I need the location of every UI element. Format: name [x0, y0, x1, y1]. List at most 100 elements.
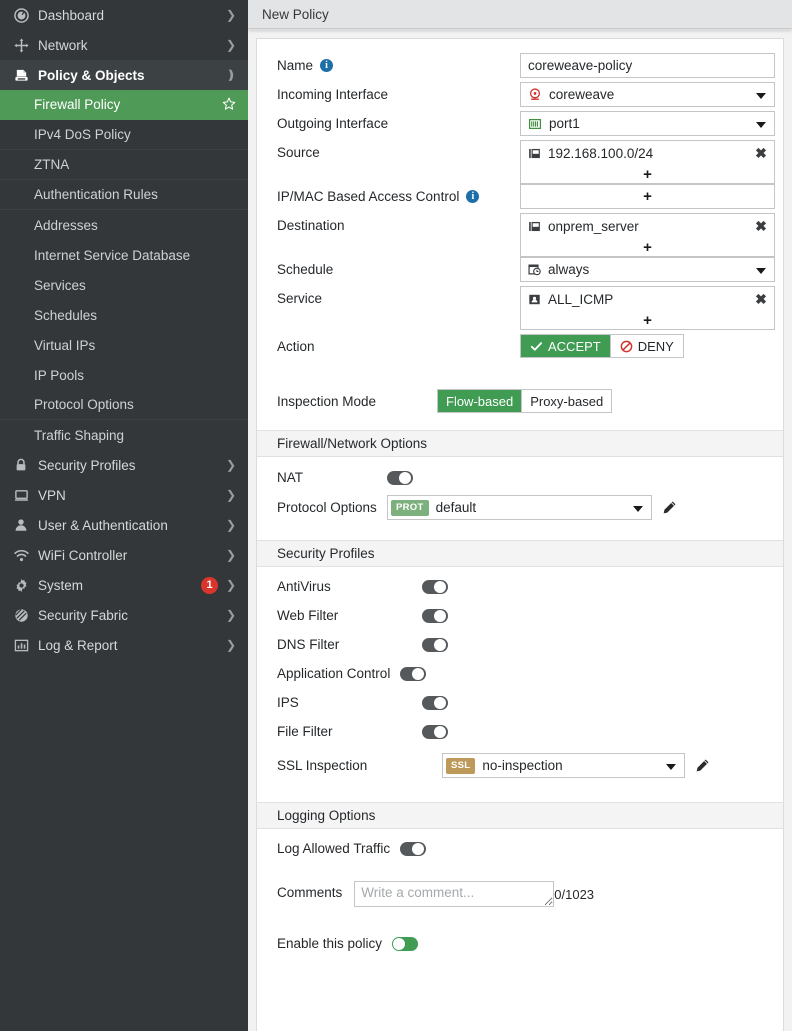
web-filter-toggle[interactable] [422, 608, 448, 623]
sidebar-item-label: Security Profiles [38, 457, 136, 473]
label-incoming-interface: Incoming Interface [277, 87, 389, 102]
ip-mac-add-button[interactable]: + [521, 185, 774, 208]
sidebar-item-wifi-controller[interactable]: WiFi Controller ❯ [0, 540, 248, 570]
service-add-button[interactable]: + [521, 311, 774, 329]
sidebar-item-authentication-rules[interactable]: Authentication Rules [0, 180, 248, 210]
sidebar-item-traffic-shaping[interactable]: Traffic Shaping [0, 420, 248, 450]
chevron-right-icon: ❯ [226, 608, 237, 622]
info-icon[interactable]: i [466, 190, 480, 203]
field-row-incoming-interface: Incoming Interface coreweave [257, 82, 783, 111]
field-row-antivirus: AntiVirus [257, 572, 783, 601]
label-service: Service [277, 291, 323, 306]
sidebar-item-dashboard[interactable]: Dashboard ❯ [0, 0, 248, 30]
tunnel-interface-icon [528, 87, 542, 102]
action-accept-label: ACCEPT [548, 338, 601, 354]
application-control-toggle[interactable] [400, 666, 427, 681]
sidebar-item-services[interactable]: Services [0, 270, 248, 300]
address-subnet-icon [528, 220, 541, 233]
sidebar-item-internet-service-database[interactable]: Internet Service Database [0, 240, 248, 270]
nat-toggle[interactable] [387, 470, 413, 485]
sidebar-item-protocol-options[interactable]: Protocol Options [0, 390, 248, 420]
sidebar-item-policy-and-objects[interactable]: Policy & Objects ❫ [0, 60, 248, 90]
remove-icon[interactable]: ✖ [754, 146, 768, 160]
dns-filter-toggle[interactable] [422, 637, 448, 652]
chevron-right-icon: ❯ [226, 8, 237, 22]
sidebar-subitem-label: ZTNA [34, 157, 70, 172]
wifi-icon [10, 548, 32, 563]
sidebar-subitem-label: Traffic Shaping [34, 427, 125, 443]
sidebar-item-log-and-report[interactable]: Log & Report ❯ [0, 630, 248, 660]
sidebar-item-vpn[interactable]: VPN ❯ [0, 480, 248, 510]
field-row-log-allowed-traffic: Log Allowed Traffic [257, 834, 783, 863]
sidebar-subitem-label: IPv4 DoS Policy [34, 127, 131, 142]
sidebar-item-network[interactable]: Network ❯ [0, 30, 248, 60]
page-title-bar: New Policy [248, 0, 792, 29]
pencil-icon[interactable] [695, 758, 710, 773]
schedule-clock-icon [528, 263, 541, 276]
sidebar-subitem-label: Firewall Policy [34, 97, 121, 112]
protocol-options-select[interactable]: PROT default [387, 495, 652, 520]
sidebar-item-addresses[interactable]: Addresses [0, 210, 248, 240]
label-application-control: Application Control [277, 666, 391, 681]
field-row-comments: Comments 0/1023 [257, 881, 783, 907]
sidebar-item-label: System [38, 577, 84, 593]
sidebar-subitem-label: Virtual IPs [34, 337, 96, 353]
source-add-button[interactable]: + [521, 165, 774, 183]
outgoing-interface-value: port1 [549, 116, 580, 131]
sidebar-item-virtual-ips[interactable]: Virtual IPs [0, 330, 248, 360]
section-security-profiles: Security Profiles [257, 540, 783, 567]
sidebar-item-system[interactable]: System 1 ❯ [0, 570, 248, 600]
comments-input[interactable] [354, 881, 555, 907]
remove-icon[interactable]: ✖ [754, 292, 768, 306]
source-multiselect[interactable]: 192.168.100.0/24 ✖ + [520, 140, 775, 184]
inspection-mode-proxy-based-button[interactable]: Proxy-based [522, 390, 612, 412]
incoming-interface-select[interactable]: coreweave [520, 82, 775, 107]
pencil-icon[interactable] [662, 500, 677, 515]
star-icon[interactable] [222, 97, 238, 113]
field-row-outgoing-interface: Outgoing Interface port1 [257, 111, 783, 140]
destination-add-button[interactable]: + [521, 238, 774, 256]
sidebar-subitem-label: Internet Service Database [34, 247, 191, 263]
sidebar-item-firewall-policy[interactable]: Firewall Policy [0, 90, 248, 120]
sidebar-item-ip-pools[interactable]: IP Pools [0, 360, 248, 390]
content-scroll-area: Name i Incoming Interface [248, 30, 792, 1031]
outgoing-interface-select[interactable]: port1 [520, 111, 775, 136]
label-nat: NAT [277, 470, 303, 485]
fortigate-new-policy-page: Dashboard ❯ Network ❯ Policy & Objects ❫… [0, 0, 792, 1031]
file-filter-toggle[interactable] [422, 724, 448, 739]
inspection-mode-segmented-control: Flow-based Proxy-based [437, 389, 613, 413]
main-panel: New Policy Name i Incoming Interface [248, 0, 792, 1031]
service-multiselect[interactable]: ALL_ICMP ✖ + [520, 286, 775, 330]
action-accept-button[interactable]: ACCEPT [521, 335, 611, 357]
ssl-inspection-select[interactable]: SSL no-inspection [442, 753, 685, 778]
sidebar-item-label: Policy & Objects [38, 67, 145, 83]
chevron-right-icon: ❯ [226, 38, 237, 52]
log-allowed-traffic-toggle[interactable] [400, 841, 427, 856]
remove-icon[interactable]: ✖ [754, 219, 768, 233]
info-icon[interactable]: i [320, 59, 334, 72]
schedule-select[interactable]: always [520, 257, 775, 282]
ip-mac-access-control-multiselect[interactable]: + [520, 184, 775, 209]
action-deny-button[interactable]: DENY [610, 335, 683, 357]
network-arrows-icon [10, 37, 32, 53]
sidebar-item-ztna[interactable]: ZTNA [0, 150, 248, 180]
chevron-down-icon: ❫ [226, 68, 237, 82]
antivirus-toggle[interactable] [422, 579, 448, 594]
inspection-mode-flow-based-button[interactable]: Flow-based [438, 390, 523, 412]
status-badge: 1 [201, 576, 218, 594]
sidebar-item-security-profiles[interactable]: Security Profiles ❯ [0, 450, 248, 480]
name-input[interactable] [520, 53, 775, 78]
sidebar-item-security-fabric[interactable]: Security Fabric ❯ [0, 600, 248, 630]
sidebar-item-schedules[interactable]: Schedules [0, 300, 248, 330]
enable-policy-toggle[interactable] [392, 936, 419, 951]
field-row-ssl-inspection: SSL Inspection SSL no-inspection [257, 753, 783, 782]
ips-toggle[interactable] [422, 695, 448, 710]
chevron-down-icon [756, 267, 766, 274]
sidebar-item-user-and-authentication[interactable]: User & Authentication ❯ [0, 510, 248, 540]
sidebar-item-ipv4-dos-policy[interactable]: IPv4 DoS Policy [0, 120, 248, 150]
label-enable-policy: Enable this policy [277, 936, 383, 951]
destination-multiselect[interactable]: onprem_server ✖ + [520, 213, 775, 257]
label-antivirus: AntiVirus [277, 579, 331, 594]
sidebar-item-label: Security Fabric [38, 607, 129, 623]
label-file-filter: File Filter [277, 724, 333, 739]
